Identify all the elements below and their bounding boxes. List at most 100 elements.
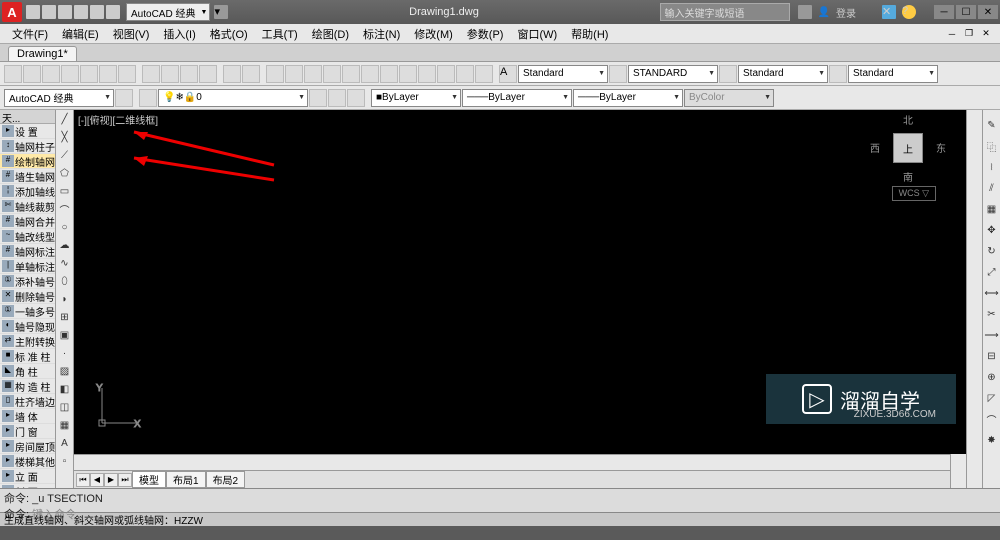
layout-tab-2[interactable]: 布局2 — [206, 471, 246, 488]
login-label[interactable]: 登录 — [836, 5, 856, 20]
rotate-icon[interactable]: ↻ — [984, 243, 1000, 259]
copy2-icon[interactable]: ⿻ — [984, 138, 1000, 154]
qat-print-icon[interactable] — [74, 5, 88, 19]
layer-dropdown[interactable]: 💡❄🔒 0 — [158, 89, 308, 107]
open-icon[interactable] — [23, 65, 41, 83]
xline-icon[interactable]: ╳ — [57, 129, 73, 145]
undo-icon[interactable] — [223, 65, 241, 83]
zoom-ext-icon[interactable] — [342, 65, 360, 83]
sidebar-item-13[interactable]: ◐轴号隐现 — [0, 319, 55, 334]
sidebar-item-1[interactable]: ↕轴网柱子 — [0, 139, 55, 154]
textstyle-dropdown[interactable]: Standard — [518, 65, 608, 83]
circle-icon[interactable]: ○ — [57, 219, 73, 235]
preview-icon[interactable] — [99, 65, 117, 83]
paste-icon[interactable] — [180, 65, 198, 83]
maximize-button[interactable]: ☐ — [956, 5, 976, 19]
sidebar-item-5[interactable]: ✄轴线裁剪 — [0, 199, 55, 214]
lineweight-dropdown[interactable]: ─── ByLayer — [573, 89, 683, 107]
tablestyle-icon[interactable] — [719, 65, 737, 83]
props-icon[interactable] — [380, 65, 398, 83]
tablestyle-dropdown[interactable]: Standard — [738, 65, 828, 83]
chamfer-icon[interactable]: ◸ — [984, 390, 1000, 406]
layout-tab-1[interactable]: 布局1 — [166, 471, 206, 488]
mleaderstyle-dropdown[interactable]: Standard — [848, 65, 938, 83]
help-tool-icon[interactable] — [361, 65, 379, 83]
ssm-icon[interactable] — [437, 65, 455, 83]
saveas-icon[interactable] — [61, 65, 79, 83]
sidebar-item-14[interactable]: ⇄主附转换 — [0, 334, 55, 349]
dimstyle-icon[interactable] — [609, 65, 627, 83]
linetype-dropdown[interactable]: ─── ByLayer — [462, 89, 572, 107]
menu-insert[interactable]: 插入(I) — [157, 24, 201, 44]
color-dropdown[interactable]: ■ ByLayer — [371, 89, 461, 107]
menu-param[interactable]: 参数(P) — [461, 24, 510, 44]
menu-edit[interactable]: 编辑(E) — [56, 24, 105, 44]
publish-icon[interactable] — [118, 65, 136, 83]
menu-help[interactable]: 帮助(H) — [565, 24, 614, 44]
revcloud-icon[interactable]: ☁ — [57, 237, 73, 253]
command-line[interactable]: 命令: _u TSECTION 命令: 键入命令 — [0, 488, 1000, 512]
trim-icon[interactable]: ✂ — [984, 306, 1000, 322]
addsel-icon[interactable]: ▫ — [57, 453, 73, 469]
workspace-dropdown[interactable]: AutoCAD 经典 — [126, 3, 210, 21]
qat-save-icon[interactable] — [58, 5, 72, 19]
markup-icon[interactable] — [456, 65, 474, 83]
layer-state-icon[interactable] — [328, 89, 346, 107]
sidebar-item-19[interactable]: ▸墙 体 — [0, 409, 55, 424]
document-tab[interactable]: Drawing1* — [8, 46, 77, 61]
insert-icon[interactable]: ⊞ — [57, 309, 73, 325]
erase-icon[interactable]: ✎ — [984, 117, 1000, 133]
sidebar-item-23[interactable]: ▸立 面 — [0, 469, 55, 484]
sidebar-item-21[interactable]: ▸房间屋顶 — [0, 439, 55, 454]
sidebar-item-17[interactable]: ▦构 造 柱 — [0, 379, 55, 394]
menu-file[interactable]: 文件(F) — [6, 24, 54, 44]
explode-icon[interactable]: ✸ — [984, 432, 1000, 448]
join-icon[interactable]: ⊕ — [984, 369, 1000, 385]
pan-icon[interactable] — [266, 65, 284, 83]
break-icon[interactable]: ⊟ — [984, 348, 1000, 364]
match-icon[interactable] — [199, 65, 217, 83]
mdi-restore[interactable]: ❐ — [961, 27, 977, 41]
sidebar-item-11[interactable]: ✕删除轴号 — [0, 289, 55, 304]
tab-last-icon[interactable]: ⏭ — [118, 473, 132, 487]
pline-icon[interactable]: ⟋ — [57, 147, 73, 163]
rect-icon[interactable]: ▭ — [57, 183, 73, 199]
block-icon[interactable]: ▣ — [57, 327, 73, 343]
tab-prev-icon[interactable]: ◀ — [90, 473, 104, 487]
region-icon[interactable]: ◫ — [57, 399, 73, 415]
point-icon[interactable]: · — [57, 345, 73, 361]
sidebar-item-12[interactable]: ①一轴多号 — [0, 304, 55, 319]
zoom-win-icon[interactable] — [304, 65, 322, 83]
layer-mgr-icon[interactable] — [139, 89, 157, 107]
sidebar-item-24[interactable]: ▸剖 面 — [0, 484, 55, 488]
drawing-canvas[interactable]: [-][俯视][二维线框] 北 南 西 东 上 WCS ▽ XY ▷ 溜溜自 — [74, 110, 966, 454]
app-logo[interactable]: A — [2, 2, 22, 22]
qat-menu-icon[interactable]: ▾ — [214, 5, 228, 19]
canvas-v-scrollbar[interactable] — [966, 110, 982, 488]
polygon-icon[interactable]: ⬠ — [57, 165, 73, 181]
sidebar-item-4[interactable]: ¦添加轴线 — [0, 184, 55, 199]
ws-settings-icon[interactable] — [115, 89, 133, 107]
offset-icon[interactable]: ⫽ — [984, 180, 1000, 196]
sidebar-item-7[interactable]: ~轴改线型 — [0, 229, 55, 244]
copy-icon[interactable] — [161, 65, 179, 83]
layer-prev-icon[interactable] — [309, 89, 327, 107]
menu-tools[interactable]: 工具(T) — [256, 24, 304, 44]
mdi-close[interactable]: ✕ — [978, 27, 994, 41]
sidebar-item-2[interactable]: #绘制轴网 — [0, 154, 55, 169]
tp-icon[interactable] — [418, 65, 436, 83]
fillet-icon[interactable]: ⌒ — [984, 411, 1000, 427]
move-icon[interactable]: ✥ — [984, 222, 1000, 238]
tab-next-icon[interactable]: ▶ — [104, 473, 118, 487]
zoom-prev-icon[interactable] — [323, 65, 341, 83]
arc-icon[interactable]: ⌒ — [57, 201, 73, 217]
sidebar-item-9[interactable]: |单轴标注 — [0, 259, 55, 274]
array-icon[interactable]: ▦ — [984, 201, 1000, 217]
viewcube-face[interactable]: 上 — [893, 133, 923, 163]
ellipse-icon[interactable]: ⬯ — [57, 273, 73, 289]
layout-tab-model[interactable]: 模型 — [132, 471, 166, 488]
plotstyle-dropdown[interactable]: ByColor — [684, 89, 774, 107]
v-scrollbar[interactable] — [950, 454, 966, 488]
workspace-dd2[interactable]: AutoCAD 经典 — [4, 89, 114, 107]
qat-redo-icon[interactable] — [106, 5, 120, 19]
